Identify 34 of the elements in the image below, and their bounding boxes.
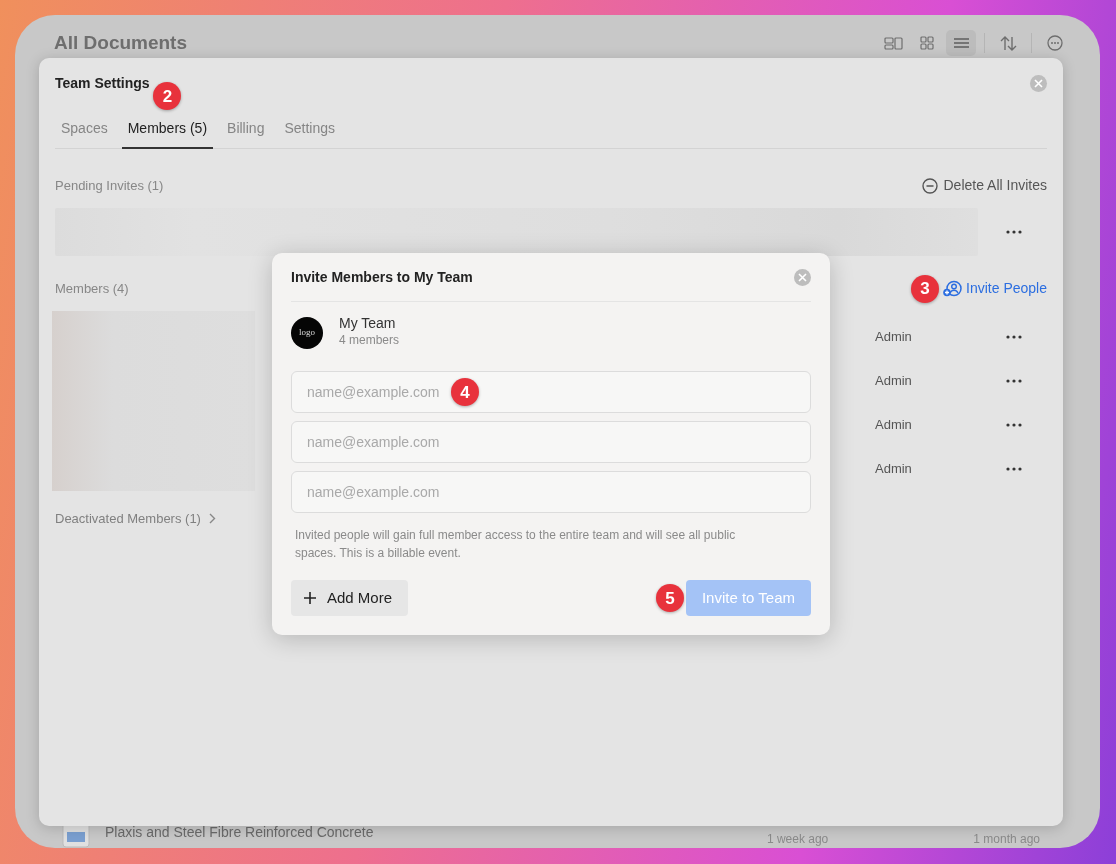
- add-more-button[interactable]: Add More: [291, 580, 409, 617]
- step-number-badge: 5: [656, 584, 684, 613]
- document-name: Plaxis and Steel Fibre Reinforced Concrete: [105, 823, 374, 842]
- dialog-title: Invite Members to My Team: [291, 267, 473, 287]
- step-number-badge: 2: [153, 82, 182, 110]
- section-heading: Members (4): [55, 279, 129, 298]
- member-role: Admin: [875, 416, 913, 435]
- member-role: Admin: [875, 460, 913, 479]
- team-name: My Team: [339, 316, 397, 332]
- plus-icon: [303, 591, 317, 606]
- list-view-icon[interactable]: [946, 30, 976, 57]
- close-icon[interactable]: [794, 268, 811, 286]
- member-count: 4 members: [339, 332, 400, 350]
- step-number-badge: 3: [911, 274, 940, 303]
- member-role: Admin: [875, 372, 913, 391]
- email-input-field[interactable]: name@example.com: [291, 421, 811, 464]
- close-icon[interactable]: [1030, 75, 1047, 92]
- invite-people-link[interactable]: Invite People: [943, 278, 1047, 299]
- modified-date: 1 week ago: [766, 831, 829, 848]
- chevron-right-icon: [208, 513, 216, 525]
- team-logo: logo: [291, 316, 323, 349]
- tab[interactable]: Settings: [278, 112, 341, 149]
- invite-note: Invited people will gain full member access to the entire team and will see all public spaces. This is a billable event.: [294, 527, 737, 563]
- tab[interactable]: Spaces: [55, 112, 114, 149]
- tab[interactable]: Billing: [221, 112, 271, 149]
- deactivated-members-link[interactable]: Deactivated Members (1): [55, 509, 216, 529]
- section-heading: Pending Invites (1): [55, 176, 164, 195]
- page-title: All Documents: [54, 31, 188, 55]
- member-role: Admin: [875, 328, 913, 347]
- email-input-field[interactable]: name@example.com: [291, 471, 811, 514]
- minus-circle-icon: [921, 177, 938, 194]
- add-person-icon: [943, 280, 963, 297]
- delete-all-invites-button[interactable]: Delete All Invites: [921, 175, 1047, 196]
- created-date: 1 month ago: [973, 831, 1040, 848]
